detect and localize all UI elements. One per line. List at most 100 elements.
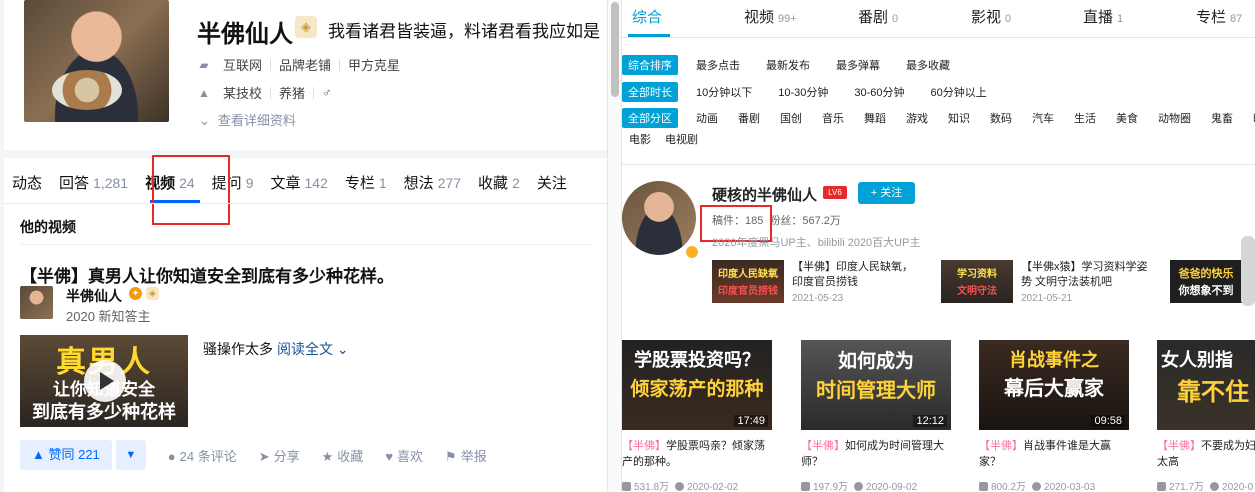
video-date: 2021-05-21 <box>1021 293 1073 304</box>
sort-filter-row: 综合排序 最多点击 最新发布 最多弹幕 最多收藏 <box>622 55 976 75</box>
zone-option[interactable]: 知识 <box>948 110 970 126</box>
video-thumbnail[interactable]: 如何成为 时间管理大师 12:12 <box>801 340 951 430</box>
action-label: 分享 <box>273 448 300 464</box>
video-title[interactable]: 【半佛】如何成为时间管理大师？ <box>801 438 951 470</box>
video-title[interactable]: 【半佛】印度人民缺氧，印度官员捞钱 <box>792 260 922 290</box>
view-count: 531.8万 <box>634 482 670 492</box>
zone-option[interactable]: 动物圈 <box>1158 110 1191 126</box>
tab-label: 动态 <box>12 175 43 192</box>
profile-avatar[interactable] <box>24 0 169 122</box>
duration-option[interactable]: 10-30分钟 <box>778 84 828 100</box>
zone-option[interactable]: 舞蹈 <box>864 110 886 126</box>
recent-video-card[interactable]: 印度人民缺氧 印度官员捞钱 【半佛】印度人民缺氧，印度官员捞钱 2021-05-… <box>712 260 922 304</box>
like-button[interactable]: ♥ 喜欢 <box>385 446 423 465</box>
profile-tabs: 动态 回答 1,281 视频 24 提问 9 文章 142 专栏 1 想法 277 收藏 2 … <box>12 172 584 193</box>
scrollbar-thumb[interactable] <box>611 2 619 97</box>
zone-option[interactable]: 鬼畜 <box>1211 110 1233 126</box>
zone-option[interactable]: 电影 <box>629 131 651 147</box>
tab-columns[interactable]: 专栏 1 <box>345 172 387 193</box>
zone-option[interactable]: 美食 <box>1116 110 1138 126</box>
tab-all[interactable]: 综合 <box>632 6 662 27</box>
fans-count: 粉丝：567.2万 <box>769 215 841 227</box>
post-title[interactable]: 【半佛】真男人让你知道安全到底有多少种花样。 <box>20 262 394 287</box>
zone-option[interactable]: 国创 <box>780 110 802 126</box>
video-thumbnail[interactable]: 女人别指 靠不住 <box>1157 340 1255 430</box>
zone-option[interactable]: 音乐 <box>822 110 844 126</box>
share-button[interactable]: ➤ 分享 <box>259 446 300 465</box>
divider <box>4 203 607 204</box>
title-tag: 【半佛】 <box>1157 440 1201 452</box>
upvote-button[interactable]: ▲ 赞同 221 <box>20 440 112 470</box>
divider <box>313 86 315 99</box>
video-title[interactable]: 【半佛x猿】学习资料学姿势 文明守法装机吧 <box>1021 260 1151 290</box>
zone-option[interactable]: 动画 <box>696 110 718 126</box>
video-thumbnail[interactable]: 肖战事件之 幕后大赢家 09:58 <box>979 340 1129 430</box>
zone-option[interactable]: 生活 <box>1074 110 1096 126</box>
duration-option[interactable]: 10分钟以下 <box>696 84 752 100</box>
view-count: 800.2万 <box>991 482 1027 492</box>
video-card[interactable]: 如何成为 时间管理大师 12:12 【半佛】如何成为时间管理大师？ 197.9万… <box>801 340 951 492</box>
video-title[interactable]: 【半佛】肖战事件谁是大赢家？ <box>979 438 1129 470</box>
video-card[interactable]: 女人别指 靠不住 【半佛】不要成为妇女，风险太高 271.7万 2020-0 <box>1157 340 1255 492</box>
zone-option[interactable]: 汽车 <box>1032 110 1054 126</box>
sort-option[interactable]: 最多点击 <box>696 57 740 73</box>
sort-option[interactable]: 最多弹幕 <box>836 57 880 73</box>
read-more-link[interactable]: 阅读全文 ⌄ <box>277 341 349 357</box>
action-label: 收藏 <box>337 448 364 464</box>
video-card[interactable]: 肖战事件之 幕后大赢家 09:58 【半佛】肖战事件谁是大赢家？ 800.2万 2… <box>979 340 1129 492</box>
education-row: ▲ 某技校 养猪 ♂ <box>197 83 332 102</box>
view-details-link[interactable]: ⌄ 查看详细资料 <box>199 110 296 129</box>
creator-badge-icon[interactable]: ◈ <box>295 16 317 38</box>
tab-video[interactable]: 视频 99+ <box>744 6 797 27</box>
video-title[interactable]: 【半佛】学股票吗亲？倾家荡产的那种。 <box>622 438 772 470</box>
tab-answers[interactable]: 回答 1,281 <box>59 172 128 193</box>
video-card[interactable]: 学股票投资吗？ 倾家荡产的那种 17:49 【半佛】学股票吗亲？倾家荡产的那种。… <box>622 340 772 492</box>
video-thumbnail[interactable]: 真男人 让你知道安全 到底有多少种花样 <box>20 335 188 427</box>
author-name[interactable]: 半佛仙人 <box>66 286 122 306</box>
tab-collections[interactable]: 收藏 2 <box>478 172 520 193</box>
tab-thoughts[interactable]: 想法 277 <box>404 172 461 193</box>
zone-option[interactable]: 数码 <box>990 110 1012 126</box>
tab-count: 1,281 <box>93 175 129 191</box>
video-title[interactable]: 【半佛】不要成为妇女，风险太高 <box>1157 438 1255 470</box>
tab-label: 关注 <box>536 175 567 192</box>
up-name[interactable]: 硬核的半佛仙人 <box>712 184 817 205</box>
filter-chip-active[interactable]: 全部时长 <box>622 82 678 102</box>
filter-chip-active[interactable]: 全部分区 <box>622 108 678 128</box>
video-thumbnail[interactable]: 印度人民缺氧 印度官员捞钱 <box>712 260 784 303</box>
video-date: 2021-05-23 <box>792 293 844 304</box>
downvote-button[interactable]: ▼ <box>115 440 146 470</box>
recent-video-card[interactable]: 爸爸的快乐 你想象不到 <box>1170 260 1242 303</box>
comment-button[interactable]: ● 24 条评论 <box>168 446 237 465</box>
tab-activity[interactable]: 动态 <box>12 172 42 193</box>
carousel-scroll-handle[interactable] <box>1241 236 1255 306</box>
left-scrollbar[interactable] <box>607 0 621 492</box>
filter-chip-active[interactable]: 综合排序 <box>622 55 678 75</box>
video-thumbnail[interactable]: 学股票投资吗？ 倾家荡产的那种 17:49 <box>622 340 772 430</box>
video-thumbnail[interactable]: 爸爸的快乐 你想象不到 <box>1170 260 1242 303</box>
favorite-button[interactable]: ★ 收藏 <box>322 446 364 465</box>
tab-following[interactable]: 关注 <box>537 172 567 193</box>
sort-option[interactable]: 最多收藏 <box>906 57 950 73</box>
sort-option[interactable]: 最新发布 <box>766 57 810 73</box>
tab-film[interactable]: 影视 0 <box>971 6 1011 27</box>
zone-option[interactable]: 游戏 <box>906 110 928 126</box>
play-icon[interactable] <box>84 360 126 402</box>
tab-live[interactable]: 直播 1 <box>1083 6 1123 27</box>
report-button[interactable]: ⚑ 举报 <box>445 446 487 465</box>
follow-button[interactable]: + 关注 <box>858 182 915 204</box>
up-avatar[interactable] <box>622 181 696 255</box>
tab-article[interactable]: 专栏 87 <box>1196 6 1242 27</box>
zone-option[interactable]: 电视剧 <box>665 131 698 147</box>
recent-video-card[interactable]: 学习资料 文明守法 【半佛x猿】学习资料学姿势 文明守法装机吧 2021-05-… <box>941 260 1151 304</box>
action-label: 24 条评论 <box>179 448 237 464</box>
zone-option[interactable]: 番剧 <box>738 110 760 126</box>
title-tag: 【半佛】 <box>622 440 666 452</box>
author-avatar[interactable] <box>20 286 53 319</box>
duration-option[interactable]: 30-60分钟 <box>854 84 904 100</box>
duration-option[interactable]: 60分钟以上 <box>931 84 987 100</box>
tab-articles[interactable]: 文章 142 <box>270 172 327 193</box>
video-thumbnail[interactable]: 学习资料 文明守法 <box>941 260 1013 303</box>
tab-bangumi[interactable]: 番剧 0 <box>858 6 898 27</box>
post-excerpt: 骚操作太多 阅读全文 ⌄ <box>203 339 349 359</box>
